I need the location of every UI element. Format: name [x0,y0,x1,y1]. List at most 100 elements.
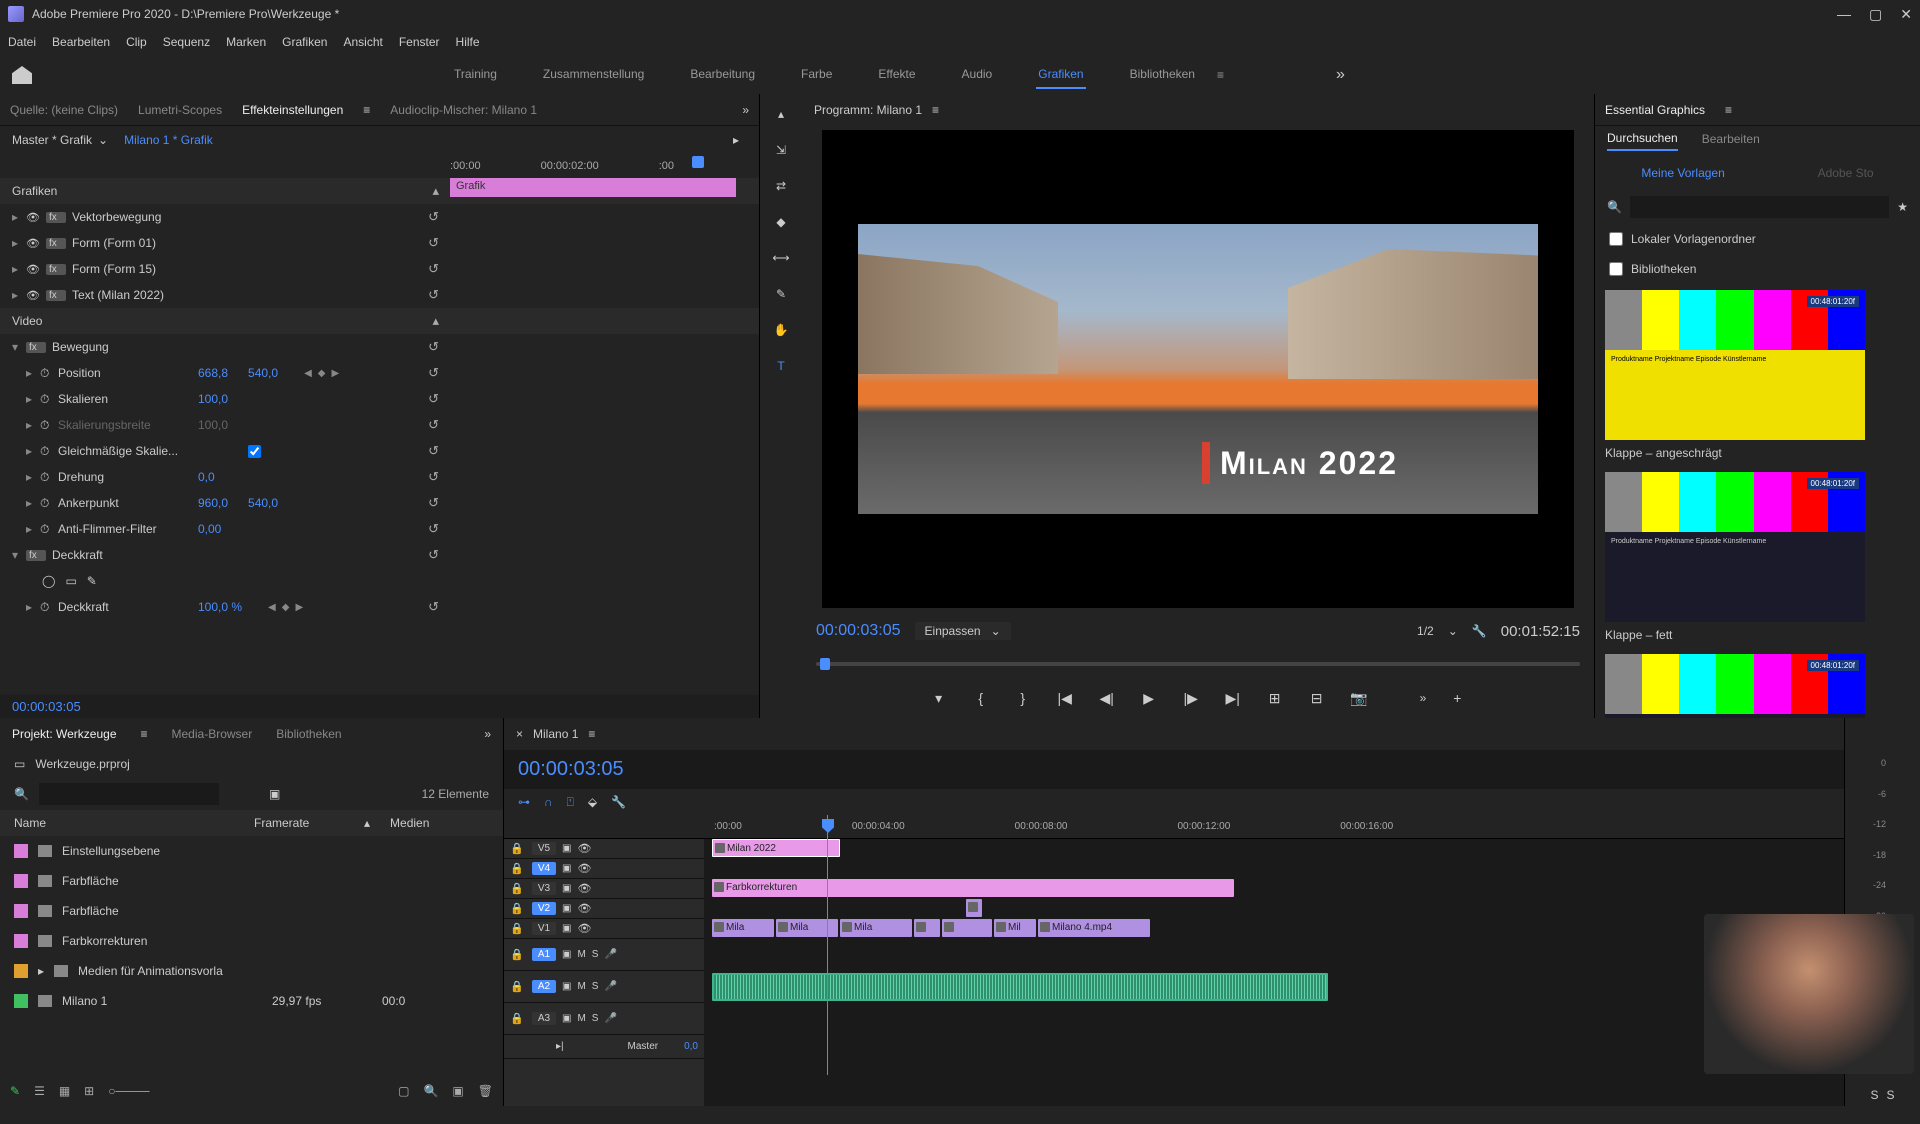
reset-icon[interactable]: ↺ [428,235,439,251]
project-item[interactable]: ▸Medien für Animationsvorla [0,956,503,986]
reset-icon[interactable]: ↺ [428,417,439,433]
solo-button[interactable]: S [592,1013,599,1024]
current-clip-label[interactable]: Milano 1 * Grafik [124,133,213,147]
prop-label[interactable]: Text (Milan 2022) [72,288,212,302]
mark-out-l-button[interactable]: { [970,687,992,709]
eg-source-adobe[interactable]: Adobe Sto [1818,166,1874,180]
prop-value[interactable]: 540,0 [248,496,278,510]
kf-prev[interactable]: ◀ [268,602,276,613]
eye-icon[interactable]: 👁 [26,289,46,302]
chevron-down-icon[interactable]: ⌄ [98,133,108,147]
col-media[interactable]: Medien [390,816,429,830]
track-target[interactable]: A1 [532,948,556,961]
stopwatch-icon[interactable]: ⏱ [40,366,58,381]
play-only-icon[interactable]: ▸ [733,133,739,147]
reset-icon[interactable]: ↺ [428,443,439,459]
mark-in-button[interactable]: ▾ [928,687,950,709]
timeline-clip[interactable] [942,919,992,937]
fx-badge[interactable]: fx [46,212,66,223]
prop-value[interactable]: 540,0 [248,366,278,380]
video-track-header[interactable]: 🔒V1▣👁 [504,919,704,939]
tab-lumetri[interactable]: Lumetri-Scopes [138,103,222,117]
timeline-clip[interactable]: Mil [994,919,1036,937]
voiceover-icon[interactable]: 🎤 [604,981,616,992]
goto-out-button[interactable]: ▶| [1222,687,1244,709]
eye-icon[interactable]: 👁 [577,842,593,855]
collapse-icon[interactable]: ▴ [432,313,439,329]
type-tool[interactable]: T [767,354,795,378]
prop-value[interactable]: 960,0 [198,496,228,510]
fx-badge[interactable]: fx [26,342,46,353]
stopwatch-icon[interactable]: ⏱ [40,522,58,537]
eg-tab-browse[interactable]: Durchsuchen [1607,131,1678,151]
timeline-clip[interactable]: Mila [776,919,838,937]
close-button[interactable]: ✕ [1900,6,1912,23]
tab-libraries[interactable]: Bibliotheken [276,727,341,741]
timeline-clip[interactable]: Farbkorrekturen [712,879,1234,897]
stopwatch-icon[interactable]: ⏱ [40,444,58,459]
reset-icon[interactable]: ↺ [428,339,439,355]
video-track-header[interactable]: 🔒V5▣👁 [504,839,704,859]
solo-button[interactable]: S [592,981,599,992]
eye-icon[interactable]: 👁 [577,922,593,935]
video-track-header[interactable]: 🔒V4▣👁 [504,859,704,879]
eg-check-local[interactable] [1609,232,1623,246]
col-name[interactable]: Name [14,816,254,830]
project-item[interactable]: Farbkorrekturen [0,926,503,956]
mask-rect-icon[interactable]: ▭ [65,574,76,588]
track-target[interactable]: V3 [532,882,556,895]
audio-track-header[interactable]: 🔒A2▣MS🎤 [504,971,704,1003]
mute-button[interactable]: M [577,981,585,992]
master-value[interactable]: 0,0 [684,1041,698,1052]
step-fwd-button[interactable]: |▶ [1180,687,1202,709]
effect-strip[interactable]: Grafik [450,178,736,197]
tab-media-browser[interactable]: Media-Browser [172,727,253,741]
linked-selection-icon[interactable]: ∩ [544,795,553,809]
kf-add[interactable]: ◆ [282,602,290,613]
project-item[interactable]: Milano 129,97 fps00:0 [0,986,503,1016]
scrub-handle[interactable] [820,658,830,670]
list-view-icon[interactable]: ☰ [34,1084,45,1098]
export-frame-button[interactable]: 📷 [1348,687,1370,709]
step-back-button[interactable]: ◀| [1096,687,1118,709]
tab-source[interactable]: Quelle: (keine Clips) [10,103,118,117]
lock-icon[interactable]: 🔒 [510,948,526,961]
sync-lock-icon[interactable]: ▣ [562,843,571,854]
favorite-icon[interactable]: ★ [1897,200,1908,214]
tab-audio-mixer[interactable]: Audioclip-Mischer: Milano 1 [390,103,537,117]
eg-menu-icon[interactable]: ≡ [1725,103,1732,117]
fx-badge[interactable]: fx [46,290,66,301]
mute-button[interactable]: M [577,949,585,960]
eye-icon[interactable]: 👁 [26,211,46,224]
lift-button[interactable]: ⊞ [1264,687,1286,709]
fit-dropdown[interactable]: Einpassen⌄ [915,622,1011,640]
program-monitor[interactable]: Milan 2022 [822,130,1574,608]
audio-clip[interactable] [712,973,1328,1001]
track-select-tool[interactable]: ⇲ [767,138,795,162]
tab-project[interactable]: Projekt: Werkzeuge [12,727,117,741]
workspace-bibliotheken[interactable]: Bibliotheken [1128,61,1197,89]
track-target[interactable]: V2 [532,902,556,915]
chevron-down-icon[interactable]: ⌄ [1448,624,1458,638]
fx-badge[interactable]: fx [46,238,66,249]
timeline-ruler[interactable]: :00:00 00:00:04:00 00:00:08:00 00:00:12:… [504,815,1844,839]
menu-hilfe[interactable]: Hilfe [456,35,480,49]
timeline-clip[interactable]: Mila [712,919,774,937]
video-track-header[interactable]: 🔒V2▣👁 [504,899,704,919]
audio-track-header[interactable]: 🔒A3▣MS🎤 [504,1003,704,1035]
freeform-icon[interactable]: ⊞ [84,1084,94,1098]
timeline-timecode[interactable]: 00:00:03:05 [518,758,624,780]
workspace-audio[interactable]: Audio [960,61,995,89]
new-item-button[interactable]: ▣ [452,1084,463,1098]
workspace-menu-icon[interactable]: ≡ [1215,62,1226,88]
lock-icon[interactable]: 🔒 [510,922,526,935]
sync-lock-icon[interactable]: ▣ [562,903,571,914]
reset-icon[interactable]: ↺ [428,469,439,485]
prop-value[interactable]: 0,00 [198,522,221,536]
sync-lock-icon[interactable]: ▣ [562,883,571,894]
track-target[interactable]: A2 [532,980,556,993]
tab-menu-icon[interactable]: ≡ [363,103,370,117]
track-target[interactable]: V1 [532,922,556,935]
pen-tool[interactable]: ✎ [767,282,795,306]
eye-icon[interactable]: 👁 [577,882,593,895]
